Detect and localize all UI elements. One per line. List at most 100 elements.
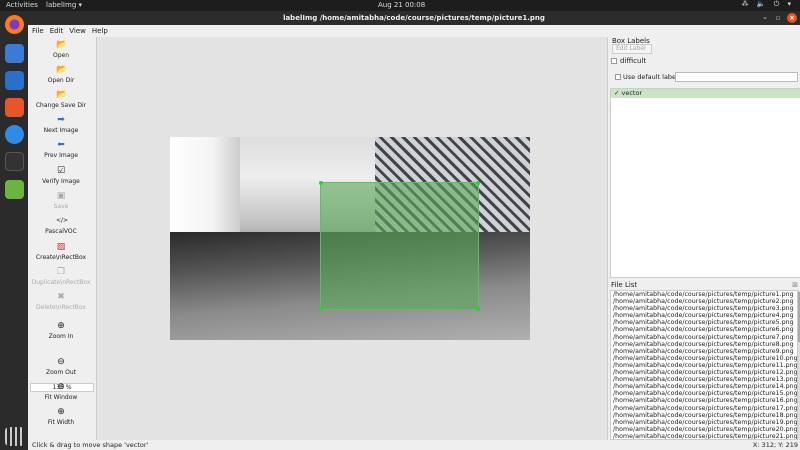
file-list-item[interactable]: /home/amitabha/code/course/pictures/temp… (611, 397, 797, 404)
system-top-bar: Activities labelImg ▾ Aug 21 00:08 ⁂ 🔈 ⏻… (0, 0, 800, 11)
file-list-title: File List (611, 281, 638, 289)
box-handle[interactable] (319, 307, 323, 311)
file-list-item[interactable]: /home/amitabha/code/course/pictures/temp… (611, 291, 797, 298)
box-handle[interactable] (319, 181, 323, 185)
format-pascalvoc-button[interactable]: </> PascalVOC (28, 216, 94, 235)
show-apps-icon[interactable] (5, 427, 24, 446)
rectbox-icon: ▨ (56, 242, 66, 252)
minimize-button[interactable]: – (760, 13, 770, 23)
duplicate-rectbox-button[interactable]: ❐ Duplicate\nRectBox (28, 267, 94, 286)
firefox-icon[interactable] (5, 15, 24, 34)
status-message: Click & drag to move shape 'vector' (32, 441, 149, 449)
file-list-item[interactable]: /home/amitabha/code/course/pictures/temp… (611, 334, 797, 341)
image-canvas[interactable] (97, 37, 607, 440)
file-list-item[interactable]: /home/amitabha/code/course/pictures/temp… (611, 433, 797, 439)
label: Zoom In (48, 333, 74, 340)
zoom-out-button[interactable]: ⊖ Zoom Out (28, 357, 94, 376)
difficult-checkbox[interactable] (611, 58, 617, 64)
file-list-item[interactable]: /home/amitabha/code/course/pictures/temp… (611, 369, 797, 376)
open-button[interactable]: 📂 Open (28, 40, 94, 59)
prev-image-button[interactable]: ⬅ Prev Image (28, 140, 94, 159)
box-handle[interactable] (476, 181, 480, 185)
label: Verify Image (42, 178, 80, 185)
file-list-item[interactable]: /home/amitabha/code/course/pictures/temp… (611, 383, 797, 390)
activities-button[interactable]: Activities (6, 1, 38, 9)
cursor-coordinates: X: 312; Y: 219 (752, 441, 798, 449)
create-rectbox-button[interactable]: ▨ Create\nRectBox (28, 242, 94, 261)
toolbar: 📂 Open 📂 Open Dir 📂 Change Save Dir ➡ Next I… (28, 37, 97, 440)
file-list-item[interactable]: /home/amitabha/code/course/pictures/temp… (611, 312, 797, 319)
fit-window-button[interactable]: ⊕ Fit Window (28, 382, 94, 401)
file-list-item[interactable]: /home/amitabha/code/course/pictures/temp… (611, 305, 797, 312)
label: Delete\nRectBox (36, 304, 86, 311)
app-menu[interactable]: labelImg ▾ (46, 1, 82, 9)
next-image-button[interactable]: ➡ Next Image (28, 115, 94, 134)
software-center-icon[interactable] (5, 98, 24, 117)
image[interactable] (170, 137, 530, 340)
menu-view[interactable]: View (65, 25, 88, 35)
file-list-item[interactable]: /home/amitabha/code/course/pictures/temp… (611, 390, 797, 397)
file-list-item[interactable]: /home/amitabha/code/course/pictures/temp… (611, 419, 797, 426)
labelimg-icon[interactable] (5, 180, 24, 199)
change-save-dir-button[interactable]: 📂 Change Save Dir (28, 90, 94, 109)
label: Prev Image (44, 152, 78, 159)
label: PascalVOC (45, 228, 77, 235)
menu-bar: File Edit View Help (28, 25, 800, 37)
file-list[interactable]: /home/amitabha/code/course/pictures/temp… (610, 290, 798, 440)
verify-image-button[interactable]: ☑ Verify Image (28, 166, 94, 185)
menu-help[interactable]: Help (88, 25, 110, 35)
label: Next Image (43, 127, 79, 134)
writer-icon[interactable] (5, 71, 24, 90)
label: Change Save Dir (35, 102, 87, 109)
menu-file[interactable]: File (28, 25, 46, 35)
files-icon[interactable] (5, 44, 24, 63)
system-tray[interactable]: ⁂ 🔈 ⏻ ▾ (742, 0, 794, 9)
menu-edit[interactable]: Edit (46, 25, 66, 35)
edit-label-button[interactable]: Edit Label (612, 44, 652, 54)
box-handle[interactable] (476, 307, 480, 311)
duplicate-icon: ❐ (56, 267, 66, 277)
default-label-input[interactable] (675, 72, 798, 82)
file-list-item[interactable]: /home/amitabha/code/course/pictures/temp… (611, 412, 797, 419)
code-icon: </> (56, 217, 69, 224)
label: Fit Width (47, 419, 75, 426)
file-list-item[interactable]: /home/amitabha/code/course/pictures/temp… (611, 355, 797, 362)
save-icon: ▣ (56, 191, 66, 201)
use-default-label-checkbox[interactable] (615, 74, 621, 80)
file-list-item[interactable]: /home/amitabha/code/course/pictures/temp… (611, 362, 797, 369)
folder-icon: 📂 (56, 40, 68, 50)
fit-width-button[interactable]: ⊕ Fit Width (28, 407, 94, 426)
zoom-out-icon: ⊖ (57, 357, 65, 367)
zoom-in-icon: ⊕ (57, 321, 65, 331)
fit-window-icon: ⊕ (57, 382, 65, 392)
file-list-item[interactable]: /home/amitabha/code/course/pictures/temp… (611, 326, 797, 333)
file-list-item[interactable]: /home/amitabha/code/course/pictures/temp… (611, 319, 797, 326)
open-dir-button[interactable]: 📂 Open Dir (28, 65, 94, 84)
file-list-item[interactable]: /home/amitabha/code/course/pictures/temp… (611, 348, 797, 355)
file-list-item[interactable]: /home/amitabha/code/course/pictures/temp… (611, 376, 797, 383)
help-icon[interactable] (5, 125, 24, 144)
arrow-right-icon: ➡ (57, 115, 65, 125)
close-button[interactable]: × (787, 13, 797, 23)
label: Save (53, 203, 69, 210)
label-list[interactable]: ✓ vector (610, 88, 800, 278)
maximize-button[interactable]: ▫ (773, 13, 783, 23)
delete-rectbox-button[interactable]: ✖ Delete\nRectBox (28, 292, 94, 311)
bounding-box-vector[interactable] (319, 181, 480, 311)
dock (0, 11, 28, 450)
file-list-item[interactable]: /home/amitabha/code/course/pictures/temp… (611, 426, 797, 433)
file-list-item[interactable]: /home/amitabha/code/course/pictures/temp… (611, 341, 797, 348)
label: Open (52, 52, 70, 59)
use-default-label-text: Use default label (623, 73, 678, 81)
folder-icon: 📂 (56, 90, 68, 100)
save-button[interactable]: ▣ Save (28, 191, 94, 210)
label: Duplicate\nRectBox (31, 279, 91, 286)
label-item-vector[interactable]: ✓ vector (611, 89, 800, 98)
label: Create\nRectBox (35, 254, 87, 261)
file-list-item[interactable]: /home/amitabha/code/course/pictures/temp… (611, 298, 797, 305)
terminal-icon[interactable] (5, 152, 24, 171)
clock[interactable]: Aug 21 00:08 (378, 1, 425, 9)
undock-icon[interactable]: ⊠ (792, 281, 798, 289)
file-list-item[interactable]: /home/amitabha/code/course/pictures/temp… (611, 405, 797, 412)
zoom-in-button[interactable]: ⊕ Zoom In (28, 321, 94, 340)
